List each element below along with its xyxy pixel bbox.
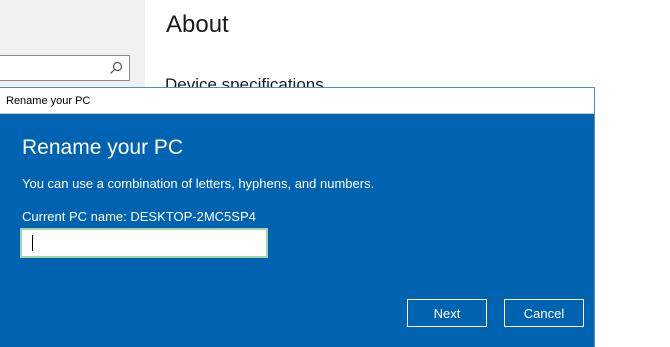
dialog-heading: Rename your PC bbox=[22, 136, 184, 159]
new-pc-name-input[interactable] bbox=[20, 228, 268, 258]
rename-pc-dialog: Rename your PC Rename your PC You can us… bbox=[0, 88, 594, 347]
dialog-description: You can use a combination of letters, hy… bbox=[22, 176, 375, 191]
dialog-window-title: Rename your PC bbox=[6, 95, 91, 107]
search-input[interactable] bbox=[0, 55, 130, 81]
text-caret bbox=[32, 235, 33, 251]
dialog-titlebar[interactable]: Rename your PC bbox=[0, 88, 594, 114]
search-icon bbox=[110, 61, 123, 74]
page-title: About bbox=[166, 11, 229, 38]
next-button[interactable]: Next bbox=[407, 299, 487, 327]
cancel-button[interactable]: Cancel bbox=[504, 299, 584, 327]
current-pc-name-label: Current PC name: DESKTOP-2MC5SP4 bbox=[22, 209, 256, 224]
